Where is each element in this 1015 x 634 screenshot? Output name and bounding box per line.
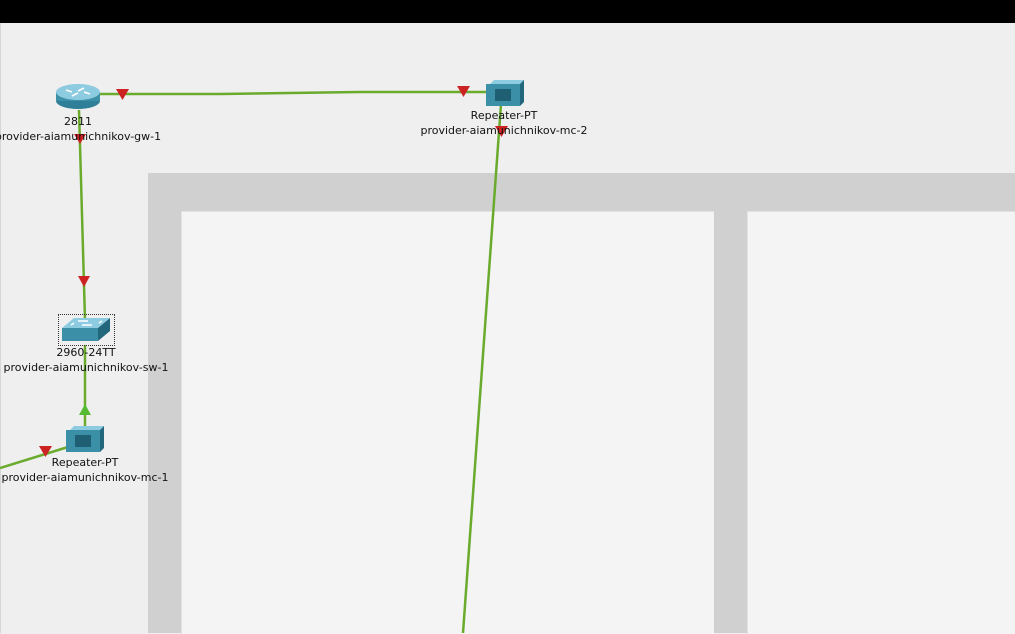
repeater-icon[interactable] xyxy=(486,80,524,106)
device-model-label: Repeater-PT xyxy=(51,456,119,469)
link-mc2-offscreen[interactable] xyxy=(461,103,503,633)
device-model-label: 2811 xyxy=(64,115,92,128)
device-name-label: provider-aiamunichnikov-mc-1 xyxy=(1,471,169,484)
link-status-down-marker xyxy=(78,276,90,287)
device-name-label: provider-aiamunichnikov-mc-2 xyxy=(420,124,588,137)
device-model-label: 2960-24TT xyxy=(56,346,116,359)
link-status-up-marker xyxy=(79,404,91,415)
repeater-icon[interactable] xyxy=(66,426,104,452)
device-model-label: Repeater-PT xyxy=(470,109,538,122)
switch-icon[interactable] xyxy=(60,316,112,344)
router-icon[interactable] xyxy=(54,81,102,111)
device-name-label: provider-aiamunichnikov-sw-1 xyxy=(3,361,169,374)
device-name-label: provider-aiamunichnikov-gw-1 xyxy=(0,130,162,143)
link-gw1-mc2[interactable] xyxy=(100,90,500,96)
